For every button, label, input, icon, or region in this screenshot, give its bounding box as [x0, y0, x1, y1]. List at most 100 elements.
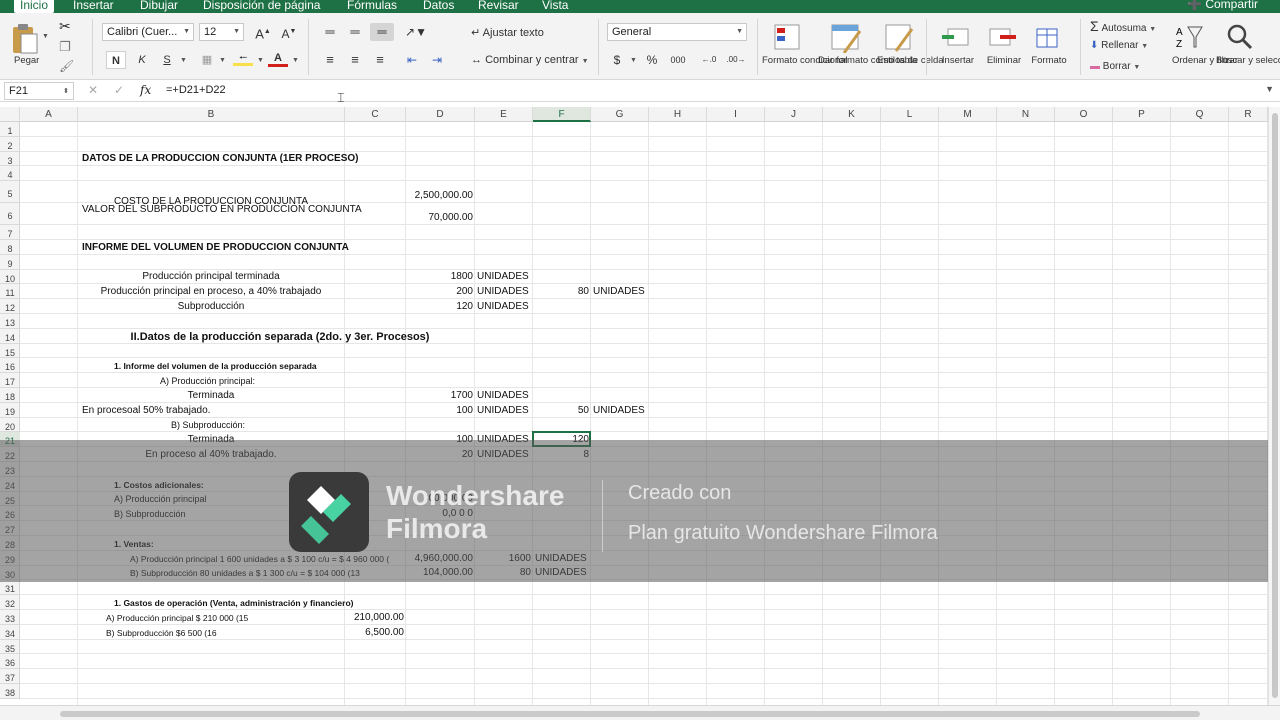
- row-header-37[interactable]: 37: [0, 669, 20, 684]
- cell-b12[interactable]: Subproducción: [82, 300, 340, 314]
- cell-b16[interactable]: 1. Informe del volumen de la producción …: [114, 359, 317, 373]
- decrease-font-icon[interactable]: A▼: [278, 23, 300, 41]
- cell-d19[interactable]: 100: [408, 404, 473, 418]
- row-header-34[interactable]: 34: [0, 625, 20, 640]
- format-cells-icon[interactable]: [1033, 23, 1063, 51]
- row-header-35[interactable]: 35: [0, 640, 20, 655]
- conditional-format-icon[interactable]: [773, 23, 805, 53]
- row-header-4[interactable]: 4: [0, 166, 20, 182]
- column-header-r[interactable]: R: [1229, 107, 1268, 122]
- cell-g11[interactable]: UNIDADES: [593, 285, 645, 299]
- tab-revisar[interactable]: Revisar: [478, 0, 519, 13]
- insert-cells-icon[interactable]: [940, 25, 972, 51]
- underline-dropdown-icon[interactable]: ▼: [180, 57, 187, 64]
- fill-color-icon[interactable]: ⭪: [233, 49, 253, 67]
- column-header-m[interactable]: M: [939, 107, 997, 122]
- row-header-15[interactable]: 15: [0, 344, 20, 359]
- row-header-33[interactable]: 33: [0, 610, 20, 625]
- column-header-a[interactable]: A: [20, 107, 78, 122]
- row-header-7[interactable]: 7: [0, 225, 20, 240]
- cell-a19[interactable]: En procesoal 50% trabajado.: [82, 404, 210, 418]
- copy-icon[interactable]: ❐: [59, 39, 71, 55]
- cell-f19[interactable]: 50: [535, 404, 589, 418]
- column-header-f[interactable]: F: [533, 107, 591, 122]
- column-header-n[interactable]: N: [997, 107, 1055, 122]
- font-size-select[interactable]: 12 ▼: [199, 23, 244, 41]
- cell-b3[interactable]: DATOS DE LA PRODUCCION CONJUNTA (1ER PRO…: [82, 152, 359, 166]
- align-right-icon[interactable]: ≡: [370, 51, 390, 69]
- format-painter-icon[interactable]: 🖌: [59, 59, 74, 73]
- cell-b34[interactable]: B) Subproducción $6 500 (16: [106, 626, 217, 640]
- row-header-5[interactable]: 5: [0, 181, 20, 204]
- tab-inicio[interactable]: Inicio: [14, 0, 55, 13]
- column-header-p[interactable]: P: [1113, 107, 1171, 122]
- cell-d12[interactable]: 120: [408, 300, 473, 314]
- decrease-decimal-icon[interactable]: .00→: [726, 51, 746, 69]
- row-header-18[interactable]: 18: [0, 388, 20, 403]
- fill-color-dropdown-icon[interactable]: ▼: [257, 57, 264, 64]
- formula-input[interactable]: =+D21+D22: [166, 84, 226, 96]
- vertical-scrollbar[interactable]: [1268, 107, 1280, 705]
- cell-b20[interactable]: B) Subproducción:: [171, 418, 245, 432]
- row-header-31[interactable]: 31: [0, 580, 20, 596]
- select-all-corner[interactable]: [0, 107, 20, 122]
- cell-e11[interactable]: UNIDADES: [477, 285, 529, 299]
- tab-formulas[interactable]: Fórmulas: [347, 0, 397, 13]
- italic-button[interactable]: K: [132, 51, 152, 69]
- align-middle-icon[interactable]: ═: [345, 23, 365, 41]
- paste-dropdown-icon[interactable]: ▼: [42, 33, 49, 40]
- cell-c33[interactable]: 210,000.00: [347, 611, 404, 625]
- number-format-select[interactable]: General ▼: [607, 23, 747, 41]
- column-header-c[interactable]: C: [345, 107, 406, 122]
- borders-icon[interactable]: ▦: [197, 51, 217, 69]
- cell-e19[interactable]: UNIDADES: [477, 404, 529, 418]
- cell-c34[interactable]: 6,500.00: [347, 626, 404, 640]
- cell-b11[interactable]: Producción principal en proceso, a 40% t…: [82, 285, 340, 299]
- delete-cells-icon[interactable]: [986, 25, 1018, 51]
- cancel-formula-icon[interactable]: ✕: [88, 83, 98, 97]
- cell-b32[interactable]: 1. Gastos de operación (Venta, administr…: [114, 596, 353, 610]
- row-header-1[interactable]: 1: [0, 122, 20, 137]
- font-color-icon[interactable]: A: [268, 49, 288, 67]
- share-button[interactable]: ➕ Compartir: [1187, 0, 1258, 11]
- row-header-17[interactable]: 17: [0, 373, 20, 388]
- font-color-dropdown-icon[interactable]: ▼: [292, 57, 299, 64]
- tab-datos[interactable]: Datos: [423, 0, 454, 13]
- increase-font-icon[interactable]: A▲: [252, 23, 274, 41]
- cell-d18[interactable]: 1700: [408, 389, 473, 403]
- confirm-formula-icon[interactable]: ✓: [114, 83, 124, 97]
- sort-filter-icon[interactable]: A Z: [1174, 23, 1210, 51]
- row-header-10[interactable]: 10: [0, 270, 20, 285]
- row-header-6[interactable]: 6: [0, 203, 20, 226]
- find-select-icon[interactable]: [1226, 23, 1256, 51]
- column-header-h[interactable]: H: [649, 107, 707, 122]
- column-header-o[interactable]: O: [1055, 107, 1113, 122]
- row-header-3[interactable]: 3: [0, 152, 20, 167]
- cell-b10[interactable]: Producción principal terminada: [82, 270, 340, 284]
- wrap-text-button[interactable]: ↵ Ajustar texto: [471, 24, 581, 42]
- row-header-36[interactable]: 36: [0, 654, 20, 670]
- cell-b17[interactable]: A) Producción principal:: [160, 374, 255, 388]
- cell-f11[interactable]: 80: [535, 285, 589, 299]
- row-header-13[interactable]: 13: [0, 314, 20, 329]
- cell-d5[interactable]: 2,500,000.00: [408, 189, 473, 203]
- clear-button[interactable]: ▬ Borrar ▼: [1090, 58, 1170, 76]
- align-left-icon[interactable]: ≡: [320, 51, 340, 69]
- increase-indent-icon[interactable]: ⇥: [427, 51, 447, 69]
- row-header-11[interactable]: 11: [0, 284, 20, 300]
- align-bottom-icon[interactable]: ═: [370, 23, 394, 41]
- cell-g19[interactable]: UNIDADES: [593, 404, 645, 418]
- worksheet-grid[interactable]: ABCDEFGHIJKLMNOPQR 1 2 3 4 5 6 7 8 9 10 11 12 13 14 15…: [0, 107, 1268, 705]
- tab-dibujar[interactable]: Dibujar: [140, 0, 178, 13]
- autosum-button[interactable]: Σ Autosuma ▼: [1090, 17, 1170, 35]
- column-header-q[interactable]: Q: [1171, 107, 1229, 122]
- paste-icon[interactable]: [10, 21, 40, 55]
- align-center-icon[interactable]: ≡: [345, 51, 365, 69]
- cell-styles-icon[interactable]: [884, 23, 916, 53]
- font-name-select[interactable]: Calibri (Cuer... ▼: [102, 23, 194, 41]
- row-header-12[interactable]: 12: [0, 299, 20, 314]
- column-header-d[interactable]: D: [406, 107, 475, 122]
- row-header-20[interactable]: 20: [0, 418, 20, 433]
- row-header-8[interactable]: 8: [0, 240, 20, 255]
- horizontal-scroll-thumb[interactable]: [60, 711, 1200, 717]
